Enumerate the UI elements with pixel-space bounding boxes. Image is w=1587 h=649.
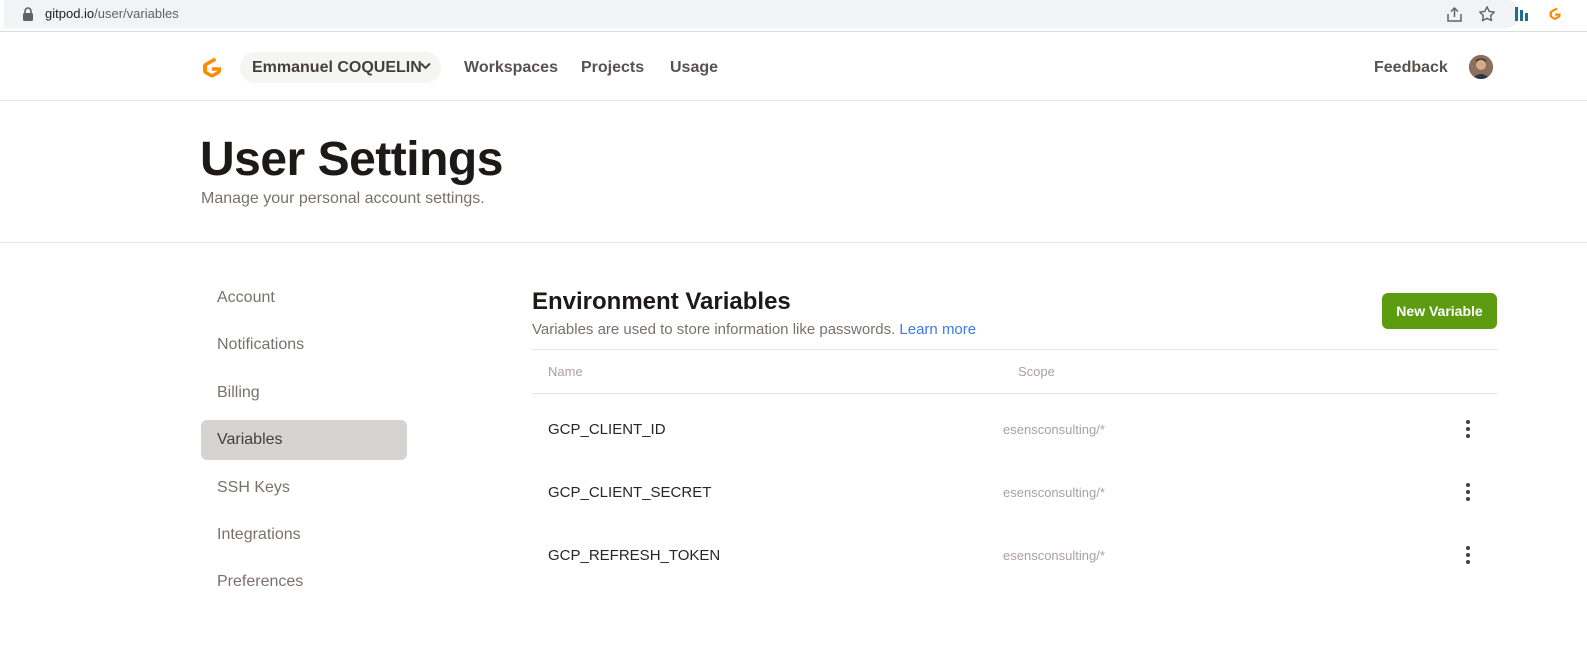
extension-icon[interactable] <box>1515 6 1529 22</box>
gitpod-logo-icon[interactable] <box>200 55 224 81</box>
variable-name: GCP_CLIENT_SECRET <box>548 484 712 501</box>
address-bar[interactable]: gitpod.io/user/variables <box>4 0 1520 28</box>
sidebar-item-label: Billing <box>217 384 260 401</box>
page-title: User Settings <box>200 133 503 186</box>
sidebar-item-ssh-keys[interactable]: SSH Keys <box>201 468 407 508</box>
nav-projects[interactable]: Projects <box>581 59 644 77</box>
app-header: Emmanuel COQUELIN Workspaces Projects Us… <box>0 33 1587 101</box>
org-switcher[interactable]: Emmanuel COQUELIN <box>240 52 441 83</box>
section-description: Variables are used to store information … <box>532 321 976 338</box>
lock-icon[interactable] <box>22 7 34 21</box>
sidebar-item-notifications[interactable]: Notifications <box>201 325 407 365</box>
browser-toolbar: gitpod.io/user/variables <box>0 0 1587 32</box>
avatar-image <box>1469 55 1493 79</box>
more-vertical-icon[interactable] <box>1465 545 1471 565</box>
column-header-name: Name <box>548 364 583 379</box>
sidebar-item-label: Preferences <box>217 573 304 590</box>
table-row: GCP_CLIENT_ID esensconsulting/* <box>532 400 1498 460</box>
chevron-down-icon <box>420 62 431 70</box>
variable-name: GCP_CLIENT_ID <box>548 421 666 438</box>
star-icon[interactable] <box>1478 5 1496 23</box>
sidebar-item-label: Integrations <box>217 526 301 543</box>
sidebar-item-billing[interactable]: Billing <box>201 373 407 413</box>
variable-name: GCP_REFRESH_TOKEN <box>548 547 721 564</box>
description-text: Variables are used to store information … <box>532 321 896 338</box>
gitpod-extension-icon[interactable] <box>1547 6 1563 22</box>
page-heading: User Settings Manage your personal accou… <box>0 102 1587 243</box>
sidebar-item-label: Account <box>217 289 275 306</box>
more-vertical-icon[interactable] <box>1465 419 1471 439</box>
variable-scope: esensconsulting/* <box>1003 548 1105 563</box>
learn-more-link[interactable]: Learn more <box>899 321 976 338</box>
new-variable-button[interactable]: New Variable <box>1382 293 1497 329</box>
sidebar-item-label: Variables <box>217 431 283 448</box>
variable-scope: esensconsulting/* <box>1003 422 1105 437</box>
url-text[interactable]: gitpod.io/user/variables <box>45 6 179 21</box>
variable-scope: esensconsulting/* <box>1003 485 1105 500</box>
table-header: Name Scope <box>532 349 1498 394</box>
sidebar-item-label: Notifications <box>217 336 305 353</box>
sidebar-item-account[interactable]: Account <box>201 278 407 318</box>
sidebar-item-integrations[interactable]: Integrations <box>201 515 407 555</box>
column-header-scope: Scope <box>1018 364 1055 379</box>
url-host: gitpod.io <box>45 6 95 21</box>
sidebar-item-label: SSH Keys <box>217 479 290 496</box>
more-vertical-icon[interactable] <box>1465 482 1471 502</box>
feedback-link[interactable]: Feedback <box>1374 59 1448 77</box>
sidebar-item-variables[interactable]: Variables <box>201 420 407 460</box>
table-row: GCP_REFRESH_TOKEN esensconsulting/* <box>532 526 1498 586</box>
avatar[interactable] <box>1469 55 1493 79</box>
table-row: GCP_CLIENT_SECRET esensconsulting/* <box>532 463 1498 523</box>
share-icon[interactable] <box>1446 6 1463 23</box>
nav-workspaces[interactable]: Workspaces <box>464 59 558 77</box>
url-path: /user/variables <box>94 6 179 21</box>
sidebar-item-preferences[interactable]: Preferences <box>201 562 407 602</box>
section-title: Environment Variables <box>532 288 791 315</box>
org-name: Emmanuel COQUELIN <box>252 58 422 76</box>
nav-usage[interactable]: Usage <box>670 59 718 77</box>
page-subtitle: Manage your personal account settings. <box>201 190 485 207</box>
